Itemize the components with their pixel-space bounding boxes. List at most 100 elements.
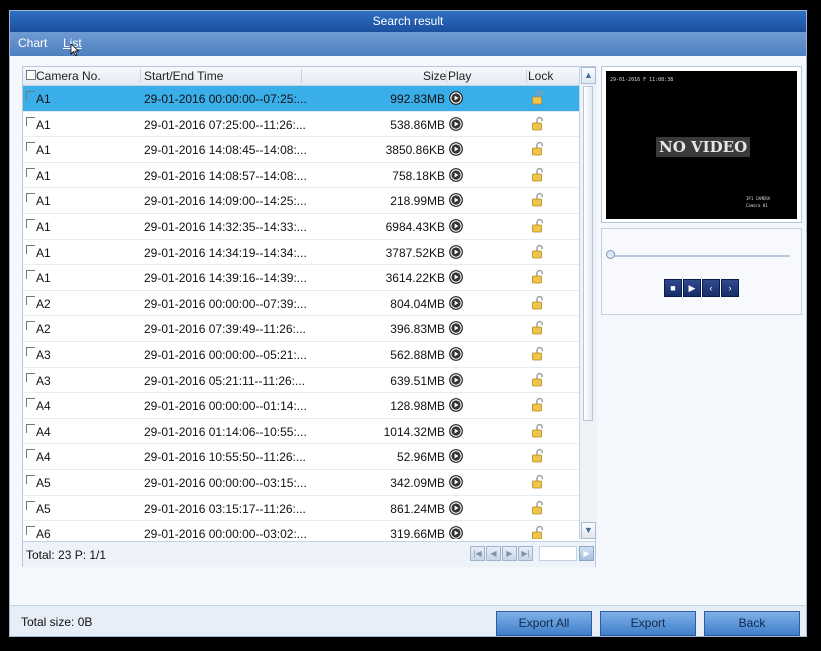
last-page-button[interactable]: ▶| [518,546,533,561]
row-checkbox[interactable] [26,142,35,152]
row-checkbox[interactable] [26,219,35,228]
unlock-icon[interactable] [530,372,546,388]
play-icon[interactable] [449,142,463,157]
play-icon[interactable] [449,347,463,361]
next-file-button[interactable]: › [721,279,739,297]
play-icon[interactable] [449,449,463,464]
page-number-input[interactable] [539,546,577,561]
row-checkbox[interactable] [26,423,35,433]
row-checkbox[interactable] [26,321,35,331]
row-checkbox[interactable] [26,91,35,100]
row-checkbox[interactable] [26,372,35,382]
unlock-icon[interactable] [530,423,546,439]
play-icon[interactable] [449,475,463,489]
table-row[interactable]: A1 29-01-2016 14:08:57--14:08:... 758.18KB [23,163,579,189]
play-icon[interactable] [449,295,463,310]
play-icon[interactable] [449,321,463,336]
prev-page-button[interactable]: ◀ [486,546,501,561]
play-icon[interactable] [449,398,463,413]
unlock-icon[interactable] [530,346,546,362]
unlock-icon[interactable] [530,397,546,413]
camera-number: A1 [36,245,51,260]
play-icon[interactable] [449,270,463,285]
next-page-button[interactable]: ▶ [502,546,517,561]
row-checkbox[interactable] [26,244,35,254]
play-icon[interactable] [449,423,463,438]
table-row[interactable]: A3 29-01-2016 00:00:00--05:21:... 562.88MB [23,342,579,368]
first-page-button[interactable]: |◀ [470,546,485,561]
tab-chart[interactable]: Chart [18,36,47,50]
table-row[interactable]: A1 29-01-2016 14:09:00--14:25:... 218.99MB [23,188,579,214]
unlock-icon[interactable] [530,320,546,336]
table-row[interactable]: A2 29-01-2016 00:00:00--07:39:... 804.04MB [23,291,579,317]
back-button[interactable]: Back [704,611,800,636]
stop-button[interactable]: ■ [664,279,682,297]
unlock-icon[interactable] [530,448,546,464]
table-row[interactable]: A3 29-01-2016 05:21:11--11:26:... 639.51MB [23,368,579,394]
table-row[interactable]: A5 29-01-2016 00:00:00--03:15:... 342.09MB [23,470,579,496]
row-checkbox[interactable] [26,398,35,408]
play-icon[interactable] [449,372,463,387]
table-row[interactable]: A1 29-01-2016 14:08:45--14:08:... 3850.86K… [23,137,579,163]
table-row[interactable]: A1 29-01-2016 00:00:00--07:25:... 992.83MB [23,86,579,112]
unlock-icon[interactable] [530,141,546,157]
row-checkbox[interactable] [26,116,35,126]
table-row[interactable]: A2 29-01-2016 07:39:49--11:26:... 396.83MB [23,316,579,342]
unlock-icon[interactable] [530,116,546,132]
row-checkbox[interactable] [26,449,35,459]
playback-slider-track[interactable] [610,255,790,257]
unlock-icon[interactable] [530,244,546,260]
play-icon[interactable] [449,500,463,515]
table-row[interactable]: A4 29-01-2016 00:00:00--01:14:... 128.98MB [23,393,579,419]
camera-number: A4 [36,399,51,414]
table-row[interactable]: A1 29-01-2016 14:32:35--14:33:... 6984.43K… [23,214,579,240]
scroll-up-button[interactable]: ▲ [581,67,596,84]
column-header-camera[interactable]: Camera No. [36,69,101,83]
unlock-icon[interactable] [530,525,546,539]
column-header-size[interactable]: Size [423,69,446,83]
row-checkbox[interactable] [26,167,35,177]
scroll-down-button[interactable]: ▼ [581,522,596,539]
unlock-icon[interactable] [530,90,546,106]
select-all-checkbox[interactable] [26,70,36,80]
unlock-icon[interactable] [530,474,546,490]
column-header-time[interactable]: Start/End Time [144,69,223,83]
row-checkbox[interactable] [26,500,35,510]
vertical-scrollbar[interactable]: ▲ ▼ [579,67,597,539]
scrollbar-thumb[interactable] [583,86,593,421]
table-row[interactable]: A4 29-01-2016 10:55:50--11:26:... 52.96MB [23,444,579,470]
export-button[interactable]: Export [600,611,696,636]
row-checkbox[interactable] [26,193,35,203]
export-all-button[interactable]: Export All [496,611,592,636]
unlock-icon[interactable] [530,295,546,311]
table-row[interactable]: A1 29-01-2016 07:25:00--11:26:... 538.86MB [23,112,579,138]
unlock-icon[interactable] [530,269,546,285]
table-row[interactable]: A4 29-01-2016 01:14:06--10:55:... 1014.32M… [23,419,579,445]
row-checkbox[interactable] [26,295,35,305]
unlock-icon[interactable] [530,192,546,208]
play-icon[interactable] [449,244,463,259]
unlock-icon[interactable] [530,167,546,183]
unlock-icon[interactable] [530,500,546,516]
play-icon[interactable] [449,167,463,182]
table-row[interactable]: A6 29-01-2016 00:00:00--03:02:... 319.66MB [23,521,579,539]
row-checkbox[interactable] [26,347,35,356]
play-icon[interactable] [449,526,463,539]
play-button[interactable]: ▶ [683,279,701,297]
search-result-window: Search result Chart List Camera No. Star… [9,10,807,637]
play-icon[interactable] [449,219,463,233]
playback-slider-handle[interactable] [606,250,615,259]
table-row[interactable]: A5 29-01-2016 03:15:17--11:26:... 861.24MB [23,496,579,522]
row-checkbox[interactable] [26,270,35,280]
go-page-button[interactable]: ▶ [579,546,594,561]
row-checkbox[interactable] [26,475,35,484]
play-icon[interactable] [449,91,463,105]
previous-file-button[interactable]: ‹ [702,279,720,297]
unlock-icon[interactable] [530,218,546,234]
table-row[interactable]: A1 29-01-2016 14:39:16--14:39:... 3614.22K… [23,265,579,291]
play-icon[interactable] [449,116,463,131]
table-row[interactable]: A1 29-01-2016 14:34:19--14:34:... 3787.52K… [23,240,579,266]
row-checkbox[interactable] [26,526,35,536]
play-icon[interactable] [449,193,463,208]
start-end-time: 29-01-2016 00:00:00--01:14:... [144,399,307,414]
